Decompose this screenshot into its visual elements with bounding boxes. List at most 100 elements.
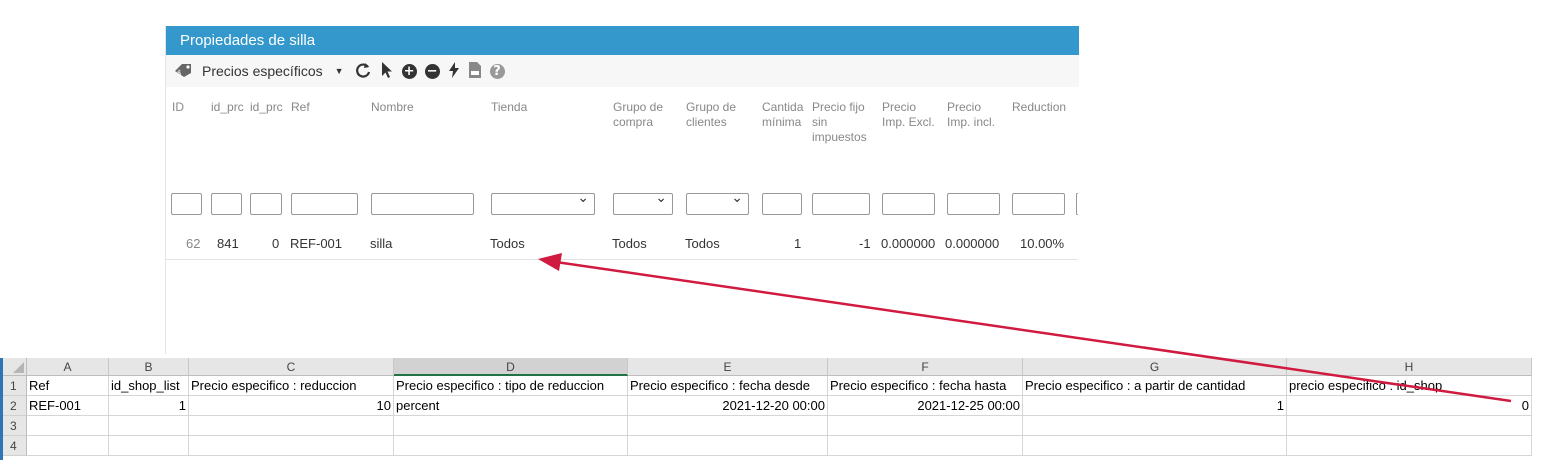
cell-e3[interactable] <box>628 416 828 436</box>
cell-id: 62 <box>186 236 201 251</box>
cell-h4[interactable] <box>1287 436 1532 456</box>
col-letter-d[interactable]: D <box>394 358 628 376</box>
cell-e1[interactable]: Precio especifico : fecha desde <box>628 376 828 396</box>
col-header-grupo-compra[interactable]: Grupo de compra <box>613 100 663 130</box>
help-icon[interactable]: ? <box>489 63 505 79</box>
col-letter-f[interactable]: F <box>828 358 1023 376</box>
col-header-line: Precio fijo <box>812 100 865 114</box>
toolbar: $ Precios específicos ▼ + − ? <box>166 55 1079 87</box>
cell-precio-incl: 0.000000 <box>945 236 1000 251</box>
col-header-line: clientes <box>686 115 727 129</box>
cell-f3[interactable] <box>828 416 1023 436</box>
col-letter-a[interactable]: A <box>27 358 109 376</box>
cell-grupo-clientes: Todos <box>685 236 720 251</box>
filter-tienda-select[interactable] <box>491 190 595 215</box>
cell-b4[interactable] <box>109 436 189 456</box>
cell-b2[interactable]: 1 <box>109 396 189 416</box>
col-header-line: Precio <box>882 100 917 114</box>
cell-a1[interactable]: Ref <box>27 376 109 396</box>
cell-tienda: Todos <box>490 236 525 251</box>
cell-f4[interactable] <box>828 436 1023 456</box>
filter-reduction-input[interactable] <box>1012 193 1065 215</box>
cell-c4[interactable] <box>189 436 394 456</box>
cell-h3[interactable] <box>1287 416 1532 436</box>
col-header-tienda[interactable]: Tienda <box>491 100 527 115</box>
col-letter-h[interactable]: H <box>1287 358 1532 376</box>
cell-f1[interactable]: Precio especifico : fecha hasta <box>828 376 1023 396</box>
csv-export-icon[interactable] <box>468 61 482 82</box>
remove-icon[interactable]: − <box>424 63 440 79</box>
col-header-id-product[interactable]: id_prc <box>211 100 246 115</box>
cell-d1[interactable]: Precio especifico : tipo de reduccion <box>394 376 628 396</box>
col-header-grupo-clientes[interactable]: Grupo de clientes <box>686 100 736 130</box>
filter-precio-incl-input[interactable] <box>947 193 1000 215</box>
cell-precio-fijo: -1 <box>859 236 871 251</box>
cell-a2[interactable]: REF-001 <box>27 396 109 416</box>
filter-id-product-input[interactable] <box>211 193 242 215</box>
col-header-id[interactable]: ID <box>172 100 184 115</box>
col-letter-e[interactable]: E <box>628 358 828 376</box>
col-header-line: Precio <box>947 100 982 114</box>
row-number-3[interactable]: 3 <box>0 416 27 436</box>
row-divider <box>166 259 1078 260</box>
specific-prices-panel: Propiedades de silla $ Precios específic… <box>165 26 1079 354</box>
col-header-cantidad-minima[interactable]: Cantida mínima <box>762 100 803 130</box>
col-header-precio-fijo[interactable]: Precio fijo sin impuestos <box>812 100 867 145</box>
filter-next-input[interactable] <box>1076 193 1078 215</box>
col-header-nombre[interactable]: Nombre <box>371 100 414 115</box>
col-header-precio-excl[interactable]: Precio Imp. Excl. <box>882 100 935 130</box>
cell-g3[interactable] <box>1023 416 1287 436</box>
cell-g1[interactable]: Precio especifico : a partir de cantidad <box>1023 376 1287 396</box>
cell-d2[interactable]: percent <box>394 396 628 416</box>
row-number-1[interactable]: 1 <box>0 376 27 396</box>
cell-e4[interactable] <box>628 436 828 456</box>
col-header-ref[interactable]: Ref <box>291 100 310 115</box>
cell-c3[interactable] <box>189 416 394 436</box>
filter-grupo-compra-select[interactable] <box>613 190 673 215</box>
col-letter-g[interactable]: G <box>1023 358 1287 376</box>
filter-precio-fijo-input[interactable] <box>812 193 870 215</box>
filter-nombre-input[interactable] <box>371 193 474 215</box>
spreadsheet: A B C D E F G H 1 2 3 4 Ref id_shop_list… <box>0 358 1541 460</box>
col-header-reduction[interactable]: Reduction <box>1012 100 1066 115</box>
row-number-4[interactable]: 4 <box>0 436 27 456</box>
cell-h1[interactable]: precio especifico : id_shop <box>1287 376 1532 396</box>
col-letter-c[interactable]: C <box>189 358 394 376</box>
filter-precio-excl-input[interactable] <box>882 193 935 215</box>
specific-prices-dropdown-label: Precios específicos <box>202 63 323 79</box>
filter-grupo-clientes-select[interactable] <box>686 190 749 215</box>
cell-precio-excl: 0.000000 <box>881 236 936 251</box>
cell-b1[interactable]: id_shop_list <box>109 376 189 396</box>
filter-id-input[interactable] <box>171 193 202 215</box>
filter-cantidad-input[interactable] <box>762 193 802 215</box>
cell-g2[interactable]: 1 <box>1023 396 1287 416</box>
cell-c2[interactable]: 10 <box>189 396 394 416</box>
specific-prices-dropdown[interactable]: Precios específicos ▼ <box>202 63 344 79</box>
col-header-line: Imp. incl. <box>947 115 996 129</box>
cell-d3[interactable] <box>394 416 628 436</box>
lightning-icon[interactable] <box>448 61 460 82</box>
cell-f2[interactable]: 2021-12-25 00:00 <box>828 396 1023 416</box>
select-all-corner[interactable] <box>0 358 27 376</box>
col-header-id-product-attribute[interactable]: id_prc <box>250 100 286 115</box>
refresh-icon[interactable] <box>354 61 372 82</box>
cell-cantidad: 1 <box>794 236 802 251</box>
cell-a3[interactable] <box>27 416 109 436</box>
cell-h2[interactable]: 0 <box>1287 396 1532 416</box>
add-icon[interactable]: + <box>401 63 417 79</box>
filter-ref-input[interactable] <box>291 193 358 215</box>
panel-title: Propiedades de silla <box>166 26 1079 55</box>
filter-id-product-attribute-input[interactable] <box>250 193 282 215</box>
cell-d4[interactable] <box>394 436 628 456</box>
select-cursor-icon[interactable] <box>380 61 394 82</box>
cell-g4[interactable] <box>1023 436 1287 456</box>
cell-a4[interactable] <box>27 436 109 456</box>
cell-e2[interactable]: 2021-12-20 00:00 <box>628 396 828 416</box>
col-header-precio-incl[interactable]: Precio Imp. incl. <box>947 100 995 130</box>
col-header-line: sin <box>812 115 828 129</box>
row-number-2[interactable]: 2 <box>0 396 27 416</box>
col-letter-b[interactable]: B <box>109 358 189 376</box>
cell-b3[interactable] <box>109 416 189 436</box>
cell-c1[interactable]: Precio especifico : reduccion <box>189 376 394 396</box>
svg-text:$: $ <box>177 69 181 77</box>
